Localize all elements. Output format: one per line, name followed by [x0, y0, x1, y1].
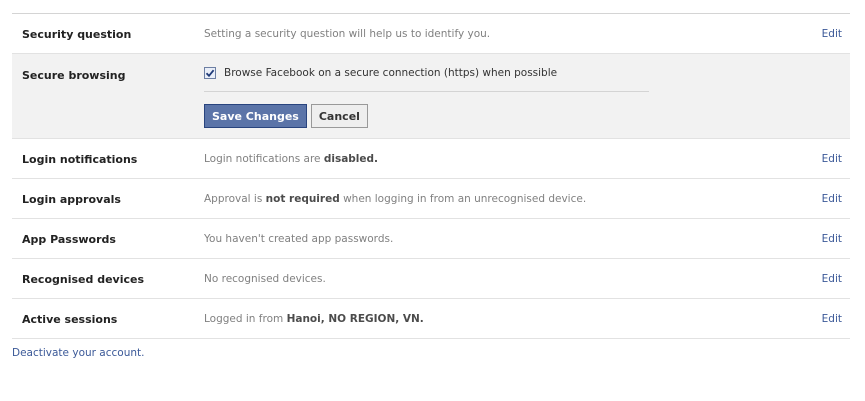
row-description: Setting a security question will help us… — [204, 28, 491, 40]
settings-row-active-sessions: Active sessions Logged in from Hanoi, NO… — [12, 299, 850, 339]
row-label: Login approvals — [22, 193, 121, 206]
row-label: Recognised devices — [22, 273, 144, 286]
description-emphasis: not required — [265, 193, 340, 205]
security-settings-panel: Security question Setting a security que… — [12, 13, 850, 339]
settings-row-secure-browsing: Secure browsing Browse Facebook on a sec… — [12, 54, 850, 139]
description-text: Login notifications are — [204, 153, 324, 165]
edit-link[interactable]: Edit — [822, 273, 842, 285]
edit-link[interactable]: Edit — [822, 193, 842, 205]
settings-row-recognised-devices: Recognised devices No recognised devices… — [12, 259, 850, 299]
checkbox-label: Browse Facebook on a secure connection (… — [224, 67, 558, 79]
button-group: Save Changes Cancel — [204, 104, 368, 128]
divider — [204, 91, 649, 92]
row-label: Security question — [22, 28, 132, 41]
edit-link[interactable]: Edit — [822, 153, 842, 165]
save-changes-button[interactable]: Save Changes — [204, 104, 307, 128]
row-description: Approval is not required when logging in… — [204, 193, 586, 205]
row-description: No recognised devices. — [204, 273, 326, 285]
deactivate-account-link[interactable]: Deactivate your account. — [12, 347, 144, 359]
settings-row-login-notifications: Login notifications Login notifications … — [12, 139, 850, 179]
settings-row-security-question: Security question Setting a security que… — [12, 14, 850, 54]
row-description: Logged in from Hanoi, NO REGION, VN. — [204, 313, 424, 325]
settings-row-app-passwords: App Passwords You haven't created app pa… — [12, 219, 850, 259]
edit-link[interactable]: Edit — [822, 233, 842, 245]
row-label: Login notifications — [22, 153, 138, 166]
secure-browsing-option[interactable]: Browse Facebook on a secure connection (… — [204, 67, 557, 79]
description-text: Approval is — [204, 193, 266, 205]
checkmark-icon — [205, 69, 215, 78]
description-emphasis: disabled. — [323, 153, 379, 165]
row-label: Secure browsing — [22, 69, 126, 82]
edit-link[interactable]: Edit — [822, 313, 842, 325]
cancel-button[interactable]: Cancel — [310, 104, 368, 128]
description-text: Logged in from — [204, 313, 287, 325]
description-emphasis: Hanoi, NO REGION, VN. — [286, 313, 424, 325]
secure-browsing-checkbox[interactable] — [204, 67, 216, 79]
row-label: Active sessions — [22, 313, 118, 326]
settings-row-login-approvals: Login approvals Approval is not required… — [12, 179, 850, 219]
row-description: You haven't created app passwords. — [204, 233, 394, 245]
row-description: Login notifications are disabled. — [204, 153, 378, 165]
edit-link[interactable]: Edit — [822, 28, 842, 40]
row-label: App Passwords — [22, 233, 116, 246]
description-text: when logging in from an unrecognised dev… — [339, 193, 587, 205]
